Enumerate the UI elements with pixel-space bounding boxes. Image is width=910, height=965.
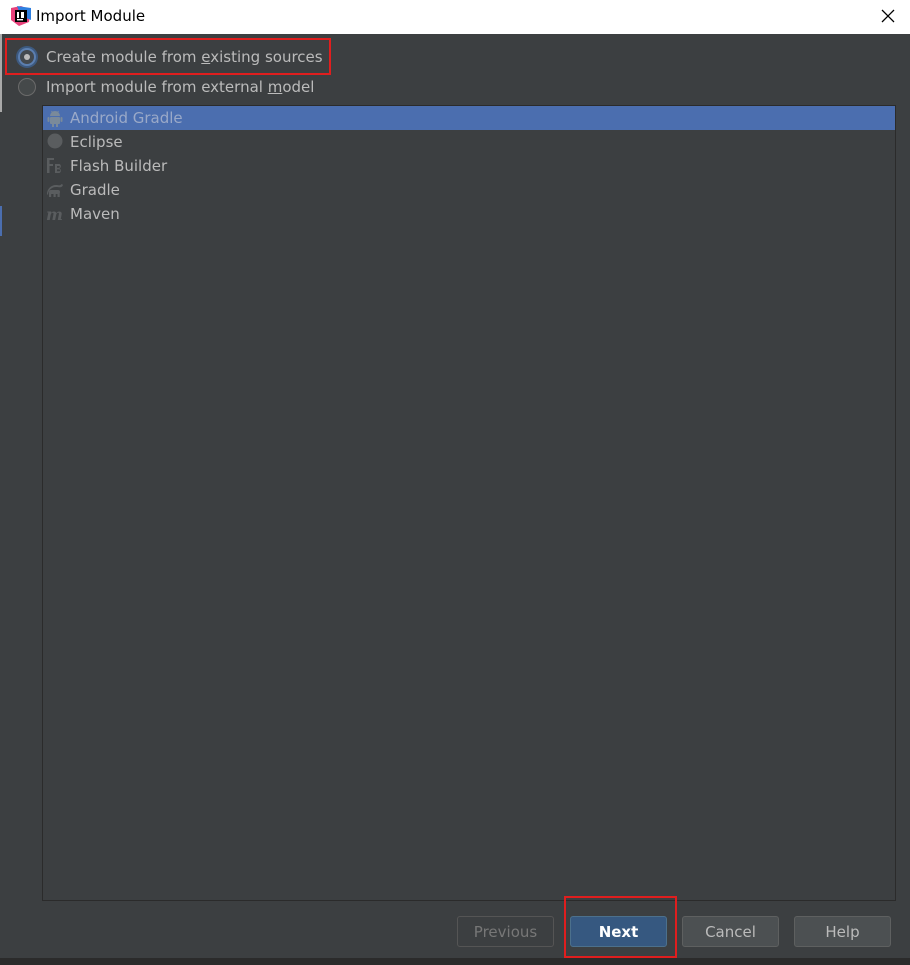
list-item[interactable]: m Maven	[43, 202, 895, 226]
maven-icon: m	[46, 205, 64, 223]
create-from-sources-option[interactable]: Create module from existing sources	[18, 44, 323, 70]
create-from-sources-radio[interactable]	[18, 48, 36, 66]
next-button[interactable]: Next	[570, 916, 667, 947]
eclipse-icon	[46, 133, 64, 151]
import-module-dialog: Import Module Create module from existin…	[0, 0, 910, 965]
intellij-app-icon	[11, 6, 31, 26]
cancel-button[interactable]: Cancel	[682, 916, 779, 947]
window-edge-accent	[0, 206, 2, 236]
previous-button[interactable]: Previous	[457, 916, 554, 947]
list-item-label: Eclipse	[70, 133, 123, 151]
gradle-icon	[46, 181, 64, 199]
window-edge	[0, 34, 2, 112]
create-from-sources-label: Create module from existing sources	[46, 48, 323, 66]
list-item-label: Android Gradle	[70, 109, 183, 127]
close-button[interactable]	[866, 0, 910, 34]
bottom-edge	[0, 958, 910, 965]
list-item[interactable]: Flash Builder	[43, 154, 895, 178]
list-item-label: Maven	[70, 205, 120, 223]
import-external-model-label: Import module from external model	[46, 78, 315, 96]
list-item[interactable]: Gradle	[43, 178, 895, 202]
android-icon	[46, 109, 64, 127]
flash-builder-icon	[46, 157, 64, 175]
window-title: Import Module	[36, 7, 146, 25]
import-external-model-option[interactable]: Import module from external model	[18, 74, 314, 100]
help-button[interactable]: Help	[794, 916, 891, 947]
list-item[interactable]: Eclipse	[43, 130, 895, 154]
external-model-list[interactable]: Android Gradle Eclipse Flash Builder Gra…	[42, 105, 896, 901]
list-item-label: Gradle	[70, 181, 120, 199]
list-item-label: Flash Builder	[70, 157, 168, 175]
import-external-model-radio[interactable]	[18, 78, 36, 96]
title-bar: Import Module	[0, 0, 910, 34]
close-icon	[881, 8, 895, 27]
svg-text:m: m	[46, 205, 63, 223]
list-item[interactable]: Android Gradle	[43, 106, 895, 130]
